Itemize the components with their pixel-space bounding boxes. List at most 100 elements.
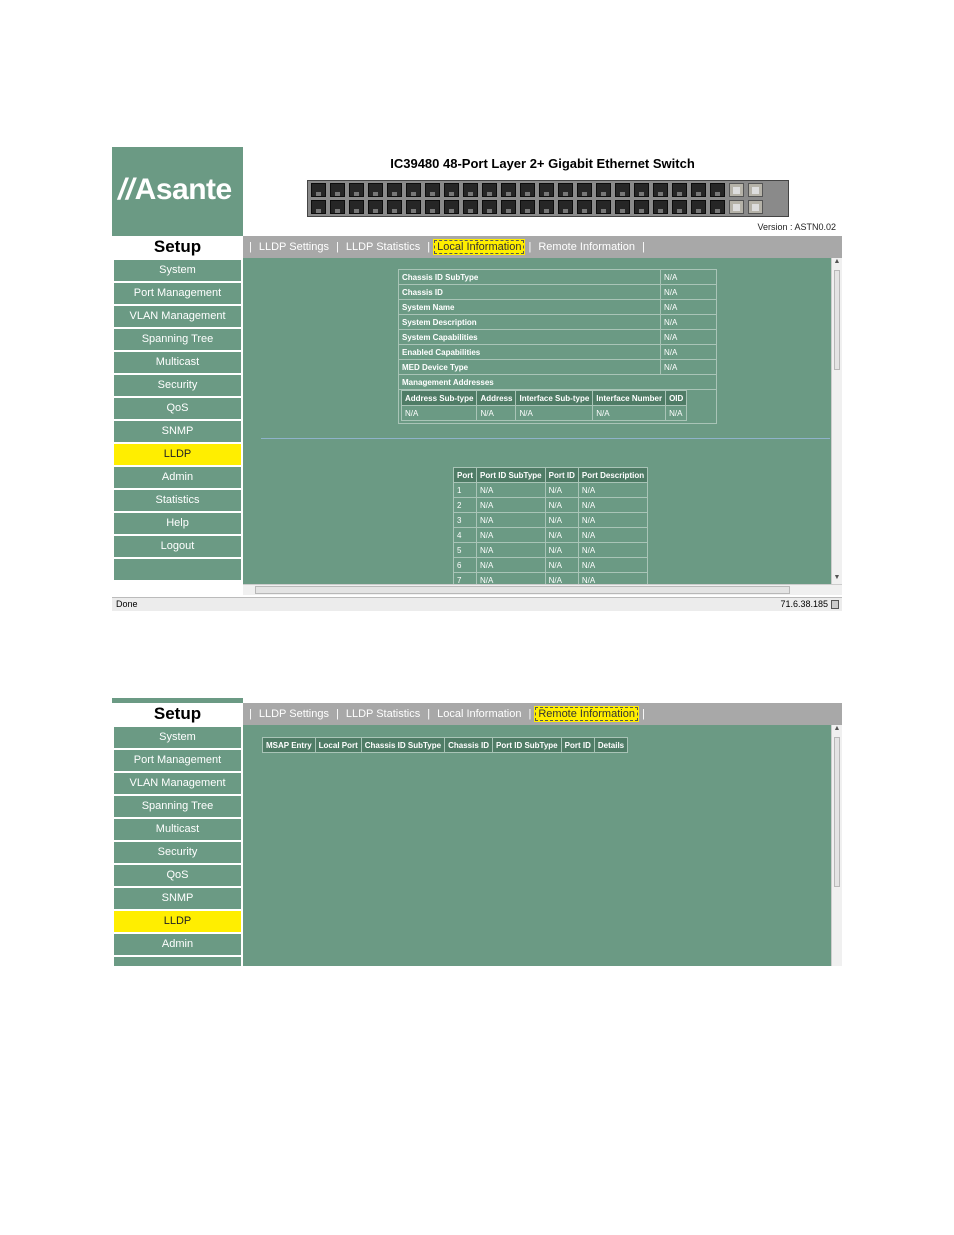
tab-lldp-statistics[interactable]: LLDP Statistics	[342, 706, 424, 722]
ethernet-port-icon[interactable]	[615, 183, 630, 197]
sidebar-item-snmp[interactable]: SNMP	[114, 888, 241, 909]
ethernet-port-icon[interactable]	[558, 183, 573, 197]
ethernet-port-icon[interactable]	[444, 183, 459, 197]
ethernet-port-icon[interactable]	[577, 200, 592, 214]
sidebar-item-statistics[interactable]: Statistics	[114, 490, 241, 511]
ethernet-port-icon[interactable]	[330, 183, 345, 197]
sidebar-item-qos[interactable]: QoS	[114, 398, 241, 419]
sidebar-item-port-management[interactable]: Port Management	[114, 750, 241, 771]
ethernet-port-icon[interactable]	[368, 183, 383, 197]
sfp-port-icon[interactable]	[729, 183, 744, 197]
mgmt-header: Interface Sub-type	[515, 390, 594, 406]
scroll-up-icon[interactable]: ▲	[832, 258, 842, 268]
ethernet-port-icon[interactable]	[349, 200, 364, 214]
scroll-down-icon[interactable]: ▼	[832, 574, 842, 584]
sidebar-item-system[interactable]: System	[114, 260, 241, 281]
ethernet-port-icon[interactable]	[615, 200, 630, 214]
version-label: Version : ASTN0.02	[757, 222, 836, 232]
sidebar-item-qos[interactable]: QoS	[114, 865, 241, 886]
sidebar-item-system[interactable]: System	[114, 727, 241, 748]
sidebar-item-snmp[interactable]: SNMP	[114, 421, 241, 442]
sidebar-item-security[interactable]: Security	[114, 842, 241, 863]
sidebar-item-help[interactable]: Help	[114, 513, 241, 534]
sidebar-item-multicast[interactable]: Multicast	[114, 819, 241, 840]
sidebar-item-admin[interactable]: Admin	[114, 467, 241, 488]
ethernet-port-icon[interactable]	[387, 200, 402, 214]
ethernet-port-icon[interactable]	[596, 200, 611, 214]
ethernet-port-icon[interactable]	[520, 200, 535, 214]
tab-local-information[interactable]: Local Information	[433, 706, 525, 722]
table-cell: N/A	[476, 482, 546, 498]
ethernet-port-icon[interactable]	[539, 200, 554, 214]
ethernet-port-icon[interactable]	[634, 183, 649, 197]
sidebar-item-security[interactable]: Security	[114, 375, 241, 396]
ethernet-port-icon[interactable]	[634, 200, 649, 214]
ethernet-port-icon[interactable]	[406, 183, 421, 197]
scroll-up-icon[interactable]: ▲	[832, 725, 842, 735]
tab-local-information[interactable]: Local Information	[433, 239, 526, 255]
ethernet-port-icon[interactable]	[425, 200, 440, 214]
tab-remote-information[interactable]: Remote Information	[534, 239, 639, 255]
sidebar-item-logout[interactable]: Logout	[114, 536, 241, 557]
mgmt-title-row: Management Addresses	[398, 374, 717, 390]
ethernet-port-icon[interactable]	[672, 200, 687, 214]
ethernet-port-icon[interactable]	[387, 183, 402, 197]
sfp-port-icon[interactable]	[748, 200, 763, 214]
ethernet-port-icon[interactable]	[406, 200, 421, 214]
ethernet-port-icon[interactable]	[444, 200, 459, 214]
info-value: N/A	[660, 314, 717, 330]
ethernet-port-icon[interactable]	[311, 200, 326, 214]
ethernet-port-icon[interactable]	[501, 200, 516, 214]
tab-lldp-settings[interactable]: LLDP Settings	[255, 706, 333, 722]
ethernet-port-icon[interactable]	[653, 183, 668, 197]
sidebar-item-spanning-tree[interactable]: Spanning Tree	[114, 329, 241, 350]
ethernet-port-icon[interactable]	[672, 183, 687, 197]
sidebar-item-vlan-management[interactable]: VLAN Management	[114, 306, 241, 327]
ethernet-port-icon[interactable]	[311, 183, 326, 197]
tab-lldp-statistics[interactable]: LLDP Statistics	[342, 239, 424, 255]
sidebar-item-lldp[interactable]: LLDP	[114, 444, 241, 465]
sfp-port-icon[interactable]	[748, 183, 763, 197]
ethernet-port-icon[interactable]	[463, 183, 478, 197]
table-cell: N/A	[577, 557, 649, 573]
port-table-header: Port	[453, 467, 477, 483]
ethernet-port-icon[interactable]	[710, 183, 725, 197]
vertical-scrollbar[interactable]: ▲ ▼	[831, 258, 842, 584]
scroll-thumb[interactable]	[834, 270, 840, 370]
ethernet-port-icon[interactable]	[558, 200, 573, 214]
sidebar-item-vlan-management[interactable]: VLAN Management	[114, 773, 241, 794]
vertical-scrollbar[interactable]: ▲	[831, 725, 842, 966]
tab-lldp-settings[interactable]: LLDP Settings	[255, 239, 333, 255]
ethernet-port-icon[interactable]	[691, 200, 706, 214]
tab-bar: | LLDP Settings | LLDP Statistics | Loca…	[243, 236, 842, 258]
ethernet-port-icon[interactable]	[330, 200, 345, 214]
hscroll-thumb[interactable]	[255, 586, 790, 594]
ethernet-port-icon[interactable]	[596, 183, 611, 197]
tab-remote-information[interactable]: Remote Information	[534, 706, 639, 722]
ethernet-port-icon[interactable]	[520, 183, 535, 197]
ethernet-port-icon[interactable]	[653, 200, 668, 214]
local-info-table: Chassis ID SubType N/A Chassis ID N/A System…	[398, 269, 717, 424]
sfp-port-icon[interactable]	[729, 200, 744, 214]
ethernet-port-icon[interactable]	[710, 200, 725, 214]
sidebar-item-spanning-tree[interactable]: Spanning Tree	[114, 796, 241, 817]
scroll-thumb[interactable]	[834, 737, 840, 887]
ethernet-port-icon[interactable]	[577, 183, 592, 197]
sidebar-item-multicast[interactable]: Multicast	[114, 352, 241, 373]
ethernet-port-icon[interactable]	[691, 183, 706, 197]
ethernet-port-icon[interactable]	[482, 183, 497, 197]
info-label: Chassis ID	[398, 284, 661, 300]
sidebar-item-port-management[interactable]: Port Management	[114, 283, 241, 304]
ethernet-port-icon[interactable]	[501, 183, 516, 197]
ethernet-port-icon[interactable]	[349, 183, 364, 197]
ethernet-port-icon[interactable]	[425, 183, 440, 197]
horizontal-scrollbar[interactable]	[243, 584, 842, 595]
table-cell: N/A	[577, 527, 649, 543]
ethernet-port-icon[interactable]	[539, 183, 554, 197]
sidebar-item-lldp[interactable]: LLDP	[114, 911, 241, 932]
tab-separator: |	[249, 241, 252, 253]
ethernet-port-icon[interactable]	[463, 200, 478, 214]
ethernet-port-icon[interactable]	[368, 200, 383, 214]
sidebar-item-admin[interactable]: Admin	[114, 934, 241, 955]
ethernet-port-icon[interactable]	[482, 200, 497, 214]
